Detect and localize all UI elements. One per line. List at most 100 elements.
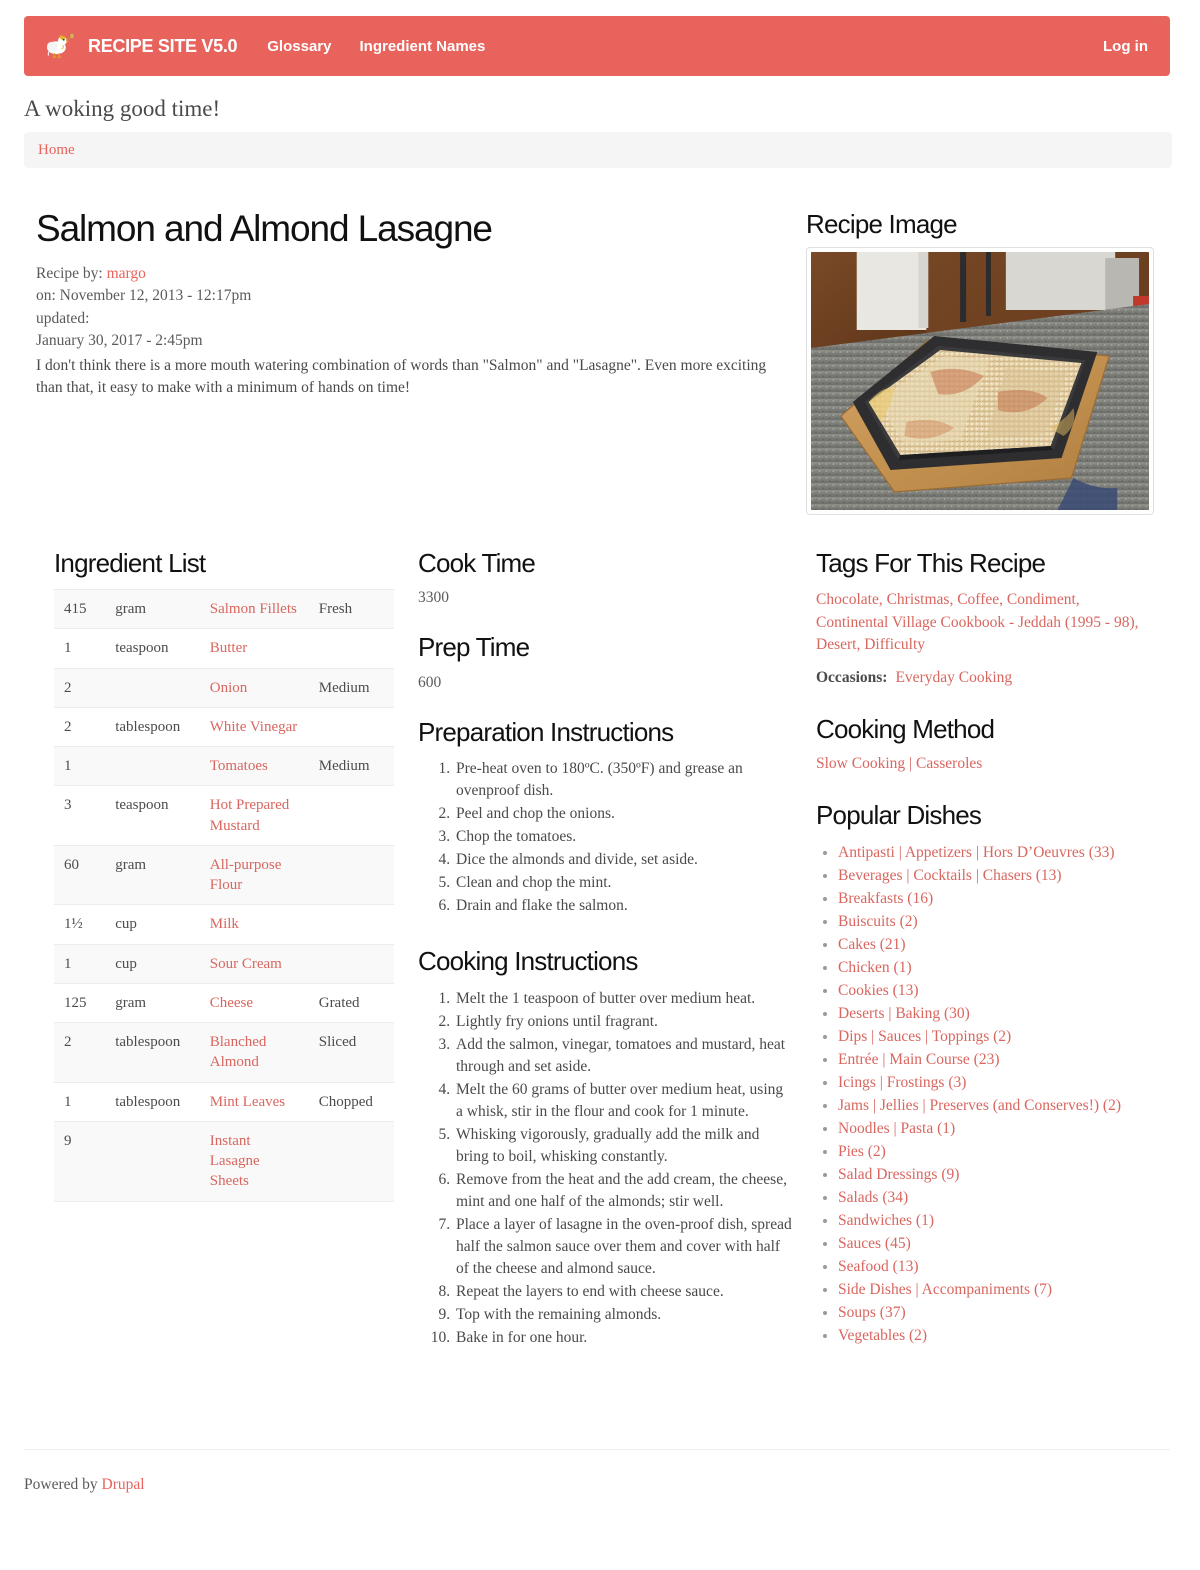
ingredient-unit-cell bbox=[105, 668, 200, 707]
ingredient-note-cell bbox=[309, 629, 394, 668]
table-row: 2 tablespoon White Vinegar bbox=[54, 707, 394, 746]
cooking-step: Repeat the layers to end with cheese sau… bbox=[454, 1281, 792, 1303]
list-item: Cookies (13) bbox=[838, 980, 1168, 1002]
ingredient-note-cell bbox=[309, 786, 394, 846]
ingredient-link[interactable]: Blanched Almond bbox=[210, 1034, 267, 1070]
ingredient-link[interactable]: Salmon Fillets bbox=[210, 601, 297, 617]
table-row: 3 teaspoon Hot Prepared Mustard bbox=[54, 785, 394, 846]
list-item: Icings | Frostings (3) bbox=[838, 1072, 1168, 1094]
ingredient-name-cell: Hot Prepared Mustard bbox=[200, 786, 309, 846]
list-item: Antipasti | Appetizers | Hors D’Oeuvres … bbox=[838, 842, 1168, 864]
ingredient-unit-cell: gram bbox=[115, 601, 147, 618]
cooking-step: Place a layer of lasagne in the oven-pro… bbox=[454, 1214, 792, 1280]
ingredient-link[interactable]: Milk bbox=[210, 916, 239, 932]
table-row: 60 gram All-purpose Flour bbox=[54, 845, 394, 905]
ingredients-table: 415 gram Salmon Fillets Fresh 1 teaspoon Butte… bbox=[54, 589, 394, 1202]
ingredient-note-cell bbox=[309, 845, 394, 905]
popular-dish-link[interactable]: Salads (34) bbox=[838, 1189, 908, 1206]
ingredient-link[interactable]: Onion bbox=[210, 680, 248, 696]
popular-dish-link[interactable]: Chicken (1) bbox=[838, 959, 912, 976]
ingredient-qty-cell: 9 bbox=[64, 1132, 72, 1149]
popular-dish-link[interactable]: Entrée | Main Course (23) bbox=[838, 1051, 1000, 1068]
footer-powered-by-label: Powered by bbox=[24, 1475, 98, 1493]
table-row: 1 teaspoon Butter bbox=[54, 628, 394, 668]
tag-link[interactable]: Coffee bbox=[957, 591, 999, 608]
occasions-row: Occasions: Everyday Cooking bbox=[816, 669, 1170, 687]
table-row: 125 gram Cheese Grated bbox=[54, 983, 394, 1022]
popular-dish-link[interactable]: Salad Dressings (9) bbox=[838, 1166, 959, 1183]
occasions-value-link[interactable]: Everyday Cooking bbox=[895, 669, 1012, 686]
drupal-link[interactable]: Drupal bbox=[102, 1476, 145, 1493]
ingredient-link[interactable]: All-purpose Flour bbox=[210, 857, 282, 893]
list-item: Salad Dressings (9) bbox=[838, 1164, 1168, 1186]
ingredient-note-cell bbox=[309, 905, 394, 944]
popular-dish-link[interactable]: Breakfasts (16) bbox=[838, 890, 933, 907]
ingredient-unit-cell: gram bbox=[115, 856, 147, 873]
recipe-image-frame bbox=[806, 246, 1154, 515]
tag-link[interactable]: Condiment bbox=[1007, 591, 1076, 608]
tags-column: Tags For This Recipe Chocolate, Christma… bbox=[792, 548, 1170, 1348]
tag-link[interactable]: Continental Village Cookbook - Jeddah (1… bbox=[816, 614, 1135, 631]
popular-dish-link[interactable]: Vegetables (2) bbox=[838, 1327, 927, 1344]
list-item: Deserts | Baking (30) bbox=[838, 1003, 1168, 1025]
tag-link[interactable]: Chocolate bbox=[816, 591, 879, 608]
popular-dish-link[interactable]: Icings | Frostings (3) bbox=[838, 1074, 966, 1091]
ingredient-qty-cell: 1 bbox=[64, 1093, 72, 1110]
popular-dish-link[interactable]: Cookies (13) bbox=[838, 982, 919, 999]
nav-item-ingredient-names[interactable]: Ingredient Names bbox=[359, 38, 485, 55]
ingredient-link[interactable]: Mint Leaves bbox=[210, 1094, 285, 1110]
ingredient-link[interactable]: Cheese bbox=[210, 995, 253, 1011]
ingredient-name-cell: Tomatoes bbox=[200, 747, 309, 786]
ingredient-unit-cell: tablespoon bbox=[115, 1034, 181, 1051]
ingredient-name-cell: Blanched Almond bbox=[200, 1023, 309, 1083]
popular-dish-link[interactable]: Sandwiches (1) bbox=[838, 1212, 934, 1229]
list-item: Chicken (1) bbox=[838, 957, 1168, 979]
cooking-method-link[interactable]: Slow Cooking | Casseroles bbox=[816, 755, 982, 772]
list-item: Sandwiches (1) bbox=[838, 1210, 1168, 1232]
popular-dish-link[interactable]: Buiscuits (2) bbox=[838, 913, 918, 930]
list-item: Salads (34) bbox=[838, 1187, 1168, 1209]
popular-dish-link[interactable]: Dips | Sauces | Toppings (2) bbox=[838, 1028, 1011, 1045]
popular-dish-link[interactable]: Jams | Jellies | Preserves (and Conserve… bbox=[838, 1097, 1121, 1114]
popular-dish-link[interactable]: Beverages | Cocktails | Chasers (13) bbox=[838, 867, 1062, 884]
popular-dishes-heading: Popular Dishes bbox=[816, 800, 982, 831]
tag-link[interactable]: Christmas bbox=[887, 591, 950, 608]
author-link[interactable]: margo bbox=[107, 265, 146, 282]
popular-dish-link[interactable]: Soups (37) bbox=[838, 1304, 906, 1321]
popular-dish-link[interactable]: Side Dishes | Accompaniments (7) bbox=[838, 1281, 1052, 1298]
site-brand-title[interactable]: RECIPE SITE V5.0 bbox=[88, 36, 238, 57]
ingredient-link[interactable]: Hot Prepared Mustard bbox=[210, 797, 290, 833]
ingredient-unit-cell: teaspoon bbox=[115, 797, 169, 814]
list-item: Cakes (21) bbox=[838, 934, 1168, 956]
login-link[interactable]: Log in bbox=[1103, 38, 1148, 55]
popular-dish-link[interactable]: Noodles | Pasta (1) bbox=[838, 1120, 955, 1137]
footer-divider bbox=[24, 1448, 1170, 1450]
ingredient-name-cell: Milk bbox=[200, 905, 309, 944]
cooking-method-heading: Cooking Method bbox=[816, 713, 995, 744]
ingredient-link[interactable]: Sour Cream bbox=[210, 956, 282, 972]
ingredient-qty-cell: 2 bbox=[64, 679, 72, 696]
site-header: RECIPE SITE V5.0 Glossary Ingredient Nam… bbox=[24, 16, 1170, 76]
list-item: Breakfasts (16) bbox=[838, 888, 1168, 910]
ingredient-link[interactable]: Instant Lasagne Sheets bbox=[210, 1133, 260, 1190]
ingredient-link[interactable]: Butter bbox=[210, 640, 248, 656]
nav-item-glossary[interactable]: Glossary bbox=[267, 38, 331, 55]
recipe-intro: Salmon and Almond Lasagne Recipe by: mar… bbox=[24, 209, 784, 400]
list-item: Vegetables (2) bbox=[838, 1325, 1168, 1347]
popular-dish-link[interactable]: Antipasti | Appetizers | Hors D’Oeuvres … bbox=[838, 844, 1115, 861]
ingredient-link[interactable]: White Vinegar bbox=[210, 719, 298, 735]
ingredient-link[interactable]: Tomatoes bbox=[210, 758, 268, 774]
recipe-posted-date: on: November 12, 2013 - 12:17pm bbox=[36, 287, 252, 305]
popular-dish-link[interactable]: Sauces (45) bbox=[838, 1235, 911, 1252]
tag-link[interactable]: Desert bbox=[816, 636, 856, 653]
breadcrumb-item-home[interactable]: Home bbox=[38, 142, 75, 158]
cooking-step: Melt the 60 grams of butter over medium … bbox=[454, 1079, 792, 1123]
popular-dish-link[interactable]: Seafood (13) bbox=[838, 1258, 919, 1275]
popular-dish-link[interactable]: Deserts | Baking (30) bbox=[838, 1005, 970, 1022]
table-row: 1 tablespoon Mint Leaves Chopped bbox=[54, 1082, 394, 1121]
ingredient-note-cell: Chopped bbox=[318, 1093, 373, 1110]
cooking-instructions-heading: Cooking Instructions bbox=[418, 946, 638, 977]
popular-dish-link[interactable]: Cakes (21) bbox=[838, 936, 906, 953]
popular-dish-link[interactable]: Pies (2) bbox=[838, 1143, 886, 1160]
tag-link[interactable]: Difficulty bbox=[864, 636, 925, 653]
